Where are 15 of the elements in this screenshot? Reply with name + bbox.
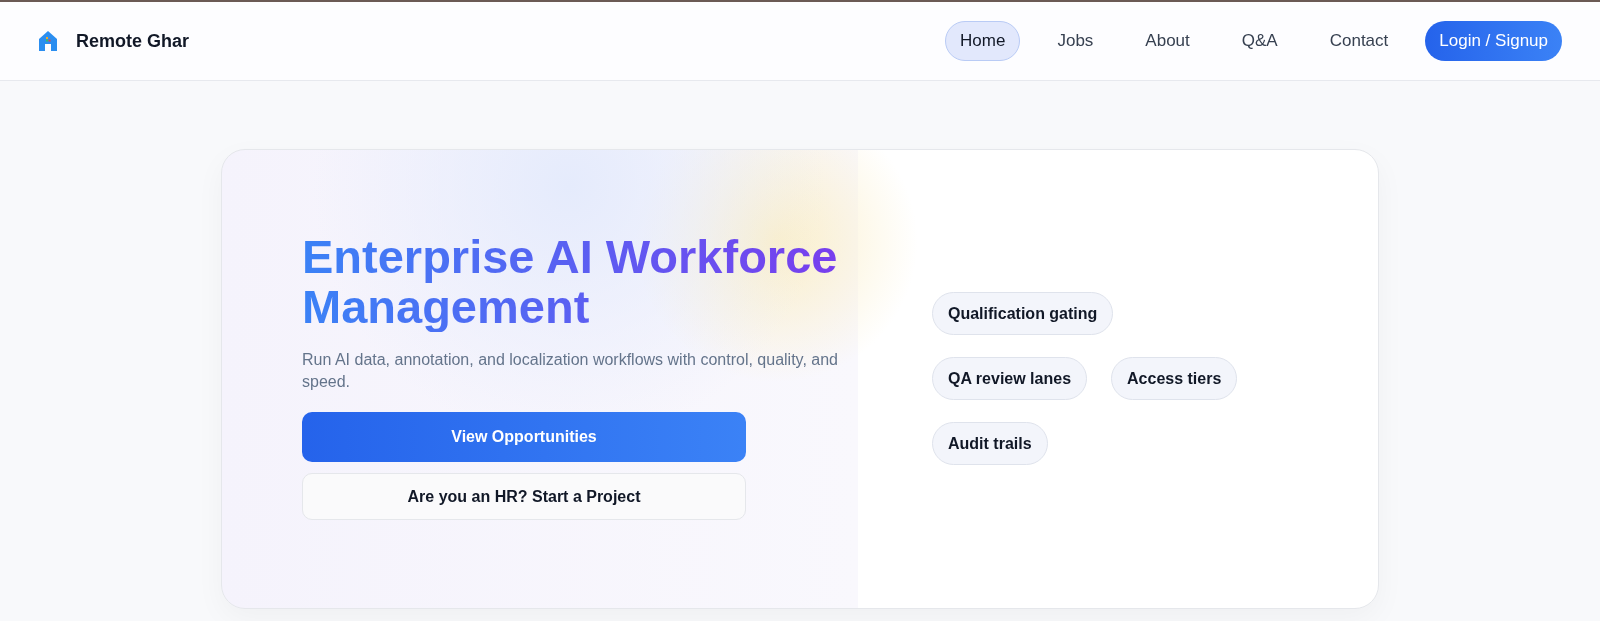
start-project-button[interactable]: Are you an HR? Start a Project: [302, 473, 746, 520]
nav-link[interactable]: Jobs: [1042, 21, 1109, 61]
brand-name[interactable]: Remote Ghar: [76, 30, 190, 52]
feature-tag: Access tiers: [1111, 357, 1238, 400]
feature-tag: QA review lanes: [932, 357, 1088, 400]
nav-link[interactable]: Home: [945, 21, 1021, 61]
hero-subtitle: Run AI data, annotation, and localization workflows with control, quality, and speed.: [302, 350, 839, 392]
feature-tag: Audit trails: [932, 422, 1048, 465]
view-opportunities-button[interactable]: View Opportunities: [302, 412, 746, 462]
login-button[interactable]: Login / Signup: [1425, 21, 1562, 61]
nav-link[interactable]: About: [1130, 21, 1205, 61]
house-logo-icon: [38, 30, 58, 52]
nav-link[interactable]: Contact: [1314, 21, 1404, 61]
nav-link[interactable]: Q&A: [1226, 21, 1293, 61]
feature-tag: Qualification gating: [932, 292, 1114, 335]
